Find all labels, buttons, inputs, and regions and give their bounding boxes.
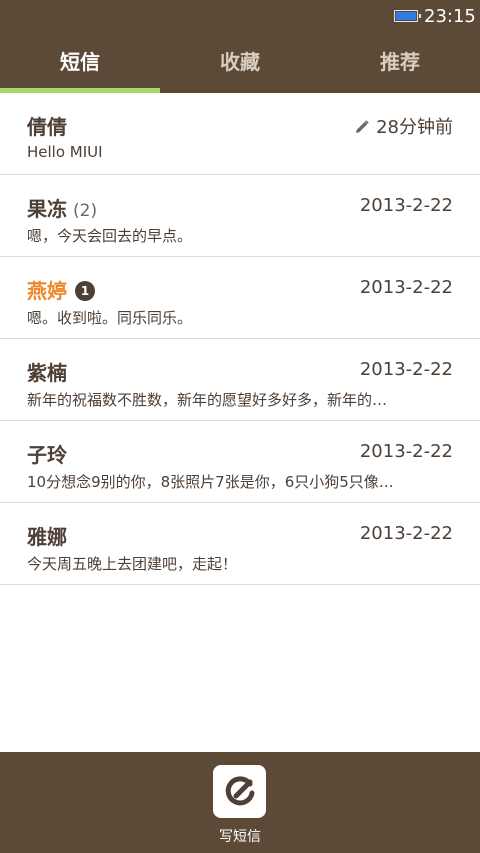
conversation-row[interactable]: 雅娜 2013-2-22 今天周五晚上去团建吧，走起！	[0, 503, 480, 585]
status-bar: 23:15	[0, 0, 480, 34]
contact-name-wrap: 果冻 (2)	[27, 193, 97, 222]
contact-name: 雅娜	[27, 525, 67, 549]
unread-badge: 1	[75, 281, 95, 301]
tab-label: 推荐	[380, 50, 420, 74]
message-preview: 新年的祝福数不胜数，新年的愿望好多好多，新年的…	[27, 391, 388, 409]
conversation-row[interactable]: 子玲 2013-2-22 10分想念9别的你，8张照片7张是你，6只小狗5只像…	[0, 421, 480, 503]
conversation-list: 倩倩 28分钟前 Hello MIUI 果冻 (2) 2013-2-22 嗯，今天…	[0, 93, 480, 585]
message-preview: 嗯，今天会回去的早点。	[27, 227, 193, 245]
contact-name: 紫楠	[27, 361, 67, 385]
compose-label[interactable]: 写短信	[0, 826, 480, 846]
contact-name: 果冻	[27, 197, 67, 221]
contact-name-wrap: 燕婷 1	[27, 275, 95, 304]
tab-bar: 短信 收藏 推荐	[0, 34, 480, 93]
message-preview: 今天周五晚上去团建吧，走起！	[27, 555, 238, 573]
contact-name: 燕婷	[27, 279, 67, 303]
pencil-icon	[356, 120, 369, 133]
message-time: 28分钟前	[354, 113, 453, 139]
tab-messages[interactable]: 短信	[0, 34, 160, 93]
tab-label: 短信	[60, 50, 100, 74]
message-preview: Hello MIUI	[27, 143, 103, 161]
message-date: 2013-2-22	[359, 441, 453, 462]
compose-button[interactable]	[213, 765, 266, 818]
conversation-row[interactable]: 紫楠 2013-2-22 新年的祝福数不胜数，新年的愿望好多好多，新年的…	[0, 339, 480, 421]
conversation-row[interactable]: 果冻 (2) 2013-2-22 嗯，今天会回去的早点。	[0, 175, 480, 257]
compose-icon	[225, 776, 255, 806]
contact-name: 子玲	[27, 443, 67, 467]
bottom-bar: 写短信	[0, 752, 480, 853]
conversation-row[interactable]: 燕婷 1 2013-2-22 嗯。收到啦。同乐同乐。	[0, 257, 480, 339]
thread-count: (2)	[73, 201, 98, 221]
message-date: 2013-2-22	[359, 359, 453, 380]
status-time: 23:15	[424, 6, 476, 27]
conversation-row[interactable]: 倩倩 28分钟前 Hello MIUI	[0, 93, 480, 175]
tab-label: 收藏	[220, 50, 260, 74]
tab-recommended[interactable]: 推荐	[320, 34, 480, 93]
message-date: 2013-2-22	[359, 277, 453, 298]
tab-favorites[interactable]: 收藏	[160, 34, 320, 93]
contact-name: 倩倩	[27, 115, 67, 139]
battery-icon	[394, 10, 421, 22]
message-date: 2013-2-22	[359, 523, 453, 544]
date-text: 28分钟前	[376, 117, 453, 138]
message-preview: 嗯。收到啦。同乐同乐。	[27, 309, 193, 327]
message-date: 2013-2-22	[359, 195, 453, 216]
message-preview: 10分想念9别的你，8张照片7张是你，6只小狗5只像…	[27, 473, 394, 491]
